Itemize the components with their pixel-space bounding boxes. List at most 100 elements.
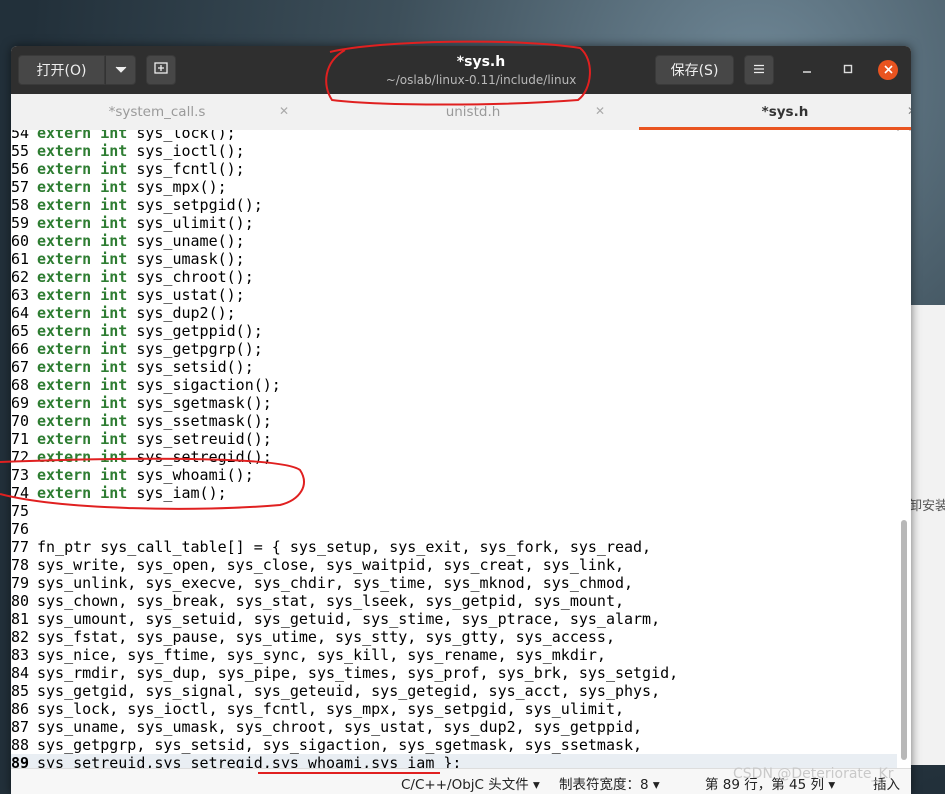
- code-line[interactable]: 62 extern int sys_chroot();: [11, 268, 897, 286]
- code-keyword: extern int: [37, 412, 128, 430]
- code-line[interactable]: 74 extern int sys_iam();: [11, 484, 897, 502]
- code-text: sys_uname, sys_umask, sys_chroot, sys_us…: [37, 718, 643, 736]
- new-tab-button[interactable]: [146, 55, 176, 85]
- code-line[interactable]: 87 sys_uname, sys_umask, sys_chroot, sys_…: [11, 718, 897, 736]
- code-line[interactable]: 73 extern int sys_whoami();: [11, 466, 897, 484]
- code-text: sys_getgid, sys_signal, sys_geteuid, sys…: [37, 682, 661, 700]
- code-line[interactable]: 55 extern int sys_ioctl();: [11, 142, 897, 160]
- code-line[interactable]: 57 extern int sys_mpx();: [11, 178, 897, 196]
- code-line[interactable]: 86 sys_lock, sys_ioctl, sys_fcntl, sys_mp…: [11, 700, 897, 718]
- code-text: sys_setreuid,sys_setregid,sys_whoami,sys…: [37, 754, 462, 768]
- code-text: sys_getppid();: [127, 322, 263, 340]
- line-number: 60: [11, 232, 30, 250]
- code-line[interactable]: 84 sys_rmdir, sys_dup, sys_pipe, sys_time…: [11, 664, 897, 682]
- code-line[interactable]: 76: [11, 520, 897, 538]
- code-text: sys_lock();: [127, 130, 236, 142]
- code-keyword: extern int: [37, 430, 128, 448]
- scrollbar-thumb[interactable]: [901, 520, 907, 760]
- code-keyword: extern int: [37, 448, 128, 466]
- maximize-button[interactable]: [838, 60, 858, 80]
- line-number: 63: [11, 286, 30, 304]
- code-line[interactable]: 72 extern int sys_setregid();: [11, 448, 897, 466]
- tab-width-selector[interactable]: 制表符宽度：8 ▾: [559, 773, 660, 793]
- code-line[interactable]: 68 extern int sys_sigaction();: [11, 376, 897, 394]
- tab-sys-h[interactable]: *sys.h ✕: [639, 94, 911, 130]
- code-text: sys_lock, sys_ioctl, sys_fcntl, sys_mpx,…: [37, 700, 624, 718]
- open-button[interactable]: 打开(O): [18, 55, 105, 85]
- code-line[interactable]: 56 extern int sys_fcntl();: [11, 160, 897, 178]
- code-text: sys_ulimit();: [127, 214, 254, 232]
- code-line[interactable]: 61 extern int sys_umask();: [11, 250, 897, 268]
- code-line[interactable]: 66 extern int sys_getpgrp();: [11, 340, 897, 358]
- code-line[interactable]: 83 sys_nice, sys_ftime, sys_sync, sys_kil…: [11, 646, 897, 664]
- line-number: 62: [11, 268, 30, 286]
- code-line[interactable]: 88 sys_getpgrp, sys_setsid, sys_sigaction…: [11, 736, 897, 754]
- close-tab-icon[interactable]: ✕: [279, 104, 289, 118]
- code-keyword: extern int: [37, 214, 128, 232]
- line-number: 88: [11, 736, 30, 754]
- code-line[interactable]: 58 extern int sys_setpgid();: [11, 196, 897, 214]
- line-number: 61: [11, 250, 30, 268]
- code-keyword: extern int: [37, 304, 128, 322]
- tab-unistd[interactable]: unistd.h ✕: [327, 94, 619, 130]
- code-line[interactable]: 80 sys_chown, sys_break, sys_stat, sys_ls…: [11, 592, 897, 610]
- line-number: 68: [11, 376, 30, 394]
- line-number: 54: [11, 130, 30, 142]
- line-number: 84: [11, 664, 30, 682]
- line-number: 64: [11, 304, 30, 322]
- code-line[interactable]: 54 extern int sys_lock();: [11, 130, 897, 142]
- maximize-icon: [843, 63, 853, 78]
- code-text: sys_setpgid();: [127, 196, 263, 214]
- line-number: 82: [11, 628, 30, 646]
- chevron-down-icon: [115, 62, 127, 78]
- tab-label: *sys.h: [761, 104, 809, 120]
- line-number: 89: [11, 754, 30, 768]
- code-line[interactable]: 67 extern int sys_setsid();: [11, 358, 897, 376]
- save-button[interactable]: 保存(S): [655, 55, 734, 85]
- code-text: sys_ioctl();: [127, 142, 245, 160]
- code-line[interactable]: 79 sys_unlink, sys_execve, sys_chdir, sys…: [11, 574, 897, 592]
- line-number: 80: [11, 592, 30, 610]
- code-keyword: extern int: [37, 232, 128, 250]
- close-tab-icon[interactable]: ✕: [595, 104, 605, 118]
- code-text: sys_umount, sys_setuid, sys_getuid, sys_…: [37, 610, 661, 628]
- line-number: 66: [11, 340, 30, 358]
- code-keyword: extern int: [37, 322, 128, 340]
- code-line[interactable]: 63 extern int sys_ustat();: [11, 286, 897, 304]
- code-line[interactable]: 60 extern int sys_uname();: [11, 232, 897, 250]
- code-line[interactable]: 85 sys_getgid, sys_signal, sys_geteuid, s…: [11, 682, 897, 700]
- code-keyword: extern int: [37, 286, 128, 304]
- code-line[interactable]: 59 extern int sys_ulimit();: [11, 214, 897, 232]
- code-keyword: extern int: [37, 196, 128, 214]
- code-line[interactable]: 81 sys_umount, sys_setuid, sys_getuid, sy…: [11, 610, 897, 628]
- code-text: sys_getpgrp, sys_setsid, sys_sigaction, …: [37, 736, 643, 754]
- line-number: 77: [11, 538, 30, 556]
- code-line[interactable]: 65 extern int sys_getppid();: [11, 322, 897, 340]
- line-number: 72: [11, 448, 30, 466]
- line-number: 79: [11, 574, 30, 592]
- line-number: 58: [11, 196, 30, 214]
- code-line[interactable]: 78 sys_write, sys_open, sys_close, sys_wa…: [11, 556, 897, 574]
- open-menu-button[interactable]: [105, 55, 136, 85]
- code-editor[interactable]: 54 extern int sys_lock(); 55 extern int sys…: [11, 130, 897, 768]
- language-selector[interactable]: C/C++/ObjC 头文件 ▾: [401, 773, 540, 793]
- code-line[interactable]: 77 fn_ptr sys_call_table[] = { sys_setup,…: [11, 538, 897, 556]
- code-line[interactable]: 64 extern int sys_dup2();: [11, 304, 897, 322]
- close-tab-icon[interactable]: ✕: [907, 104, 911, 118]
- window-title: *sys.h: [456, 54, 506, 70]
- close-window-button[interactable]: [878, 60, 898, 80]
- code-line[interactable]: 71 extern int sys_setreuid();: [11, 430, 897, 448]
- code-line[interactable]: 69 extern int sys_sgetmask();: [11, 394, 897, 412]
- background-window-text: 卸安装: [909, 499, 945, 514]
- code-text: fn_ptr sys_call_table[] = { sys_setup, s…: [37, 538, 652, 556]
- minimize-button[interactable]: [797, 60, 817, 80]
- code-text: sys_setsid();: [127, 358, 254, 376]
- vertical-scrollbar[interactable]: [899, 130, 909, 768]
- line-number: 57: [11, 178, 30, 196]
- code-line[interactable]: 70 extern int sys_ssetmask();: [11, 412, 897, 430]
- menu-button[interactable]: [744, 55, 774, 85]
- code-line[interactable]: 82 sys_fstat, sys_pause, sys_utime, sys_s…: [11, 628, 897, 646]
- line-number: 86: [11, 700, 30, 718]
- code-line[interactable]: 75: [11, 502, 897, 520]
- tab-system-call[interactable]: *system_call.s ✕: [11, 94, 303, 130]
